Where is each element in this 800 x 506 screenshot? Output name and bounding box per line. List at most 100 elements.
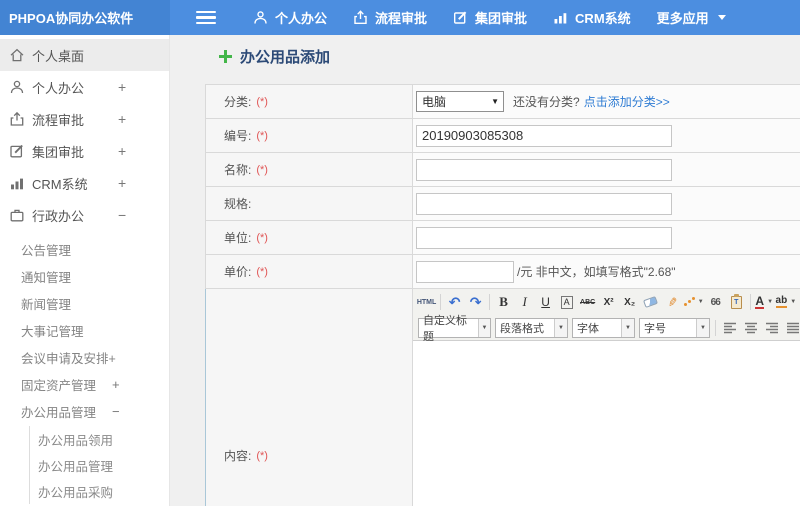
sidebar-item-admin-office[interactable]: 行政办公 − — [0, 199, 169, 231]
sidebar-item-news-mgmt[interactable]: 新闻管理 — [0, 290, 169, 317]
sidebar-item-supplies-management[interactable]: 办公用品管理 — [30, 452, 169, 478]
font-family-dropdown[interactable]: 字体 ▼ — [572, 317, 635, 338]
caret-down-icon: ▼ — [621, 318, 634, 337]
content-field: HTML ↶ ↷ B I U A ABC X² X₂ ✎ ▼ 66 T A ▼ … — [413, 289, 800, 506]
page-title: 办公用品添加 — [219, 46, 330, 67]
format-brush-button[interactable]: ✎ — [662, 293, 681, 312]
label-text: 编号: — [224, 129, 252, 143]
content-label: 内容: (*) — [206, 289, 413, 506]
code-label: 编号: (*) — [206, 119, 413, 152]
toolbar-separator — [489, 294, 491, 310]
italic-button[interactable]: I — [515, 293, 534, 312]
hamburger-menu-icon[interactable] — [196, 10, 216, 25]
expand-plus-icon[interactable]: + — [112, 371, 120, 398]
nav-crm-system[interactable]: CRM系统 — [553, 8, 631, 27]
sidebar-item-announcement-mgmt[interactable]: 公告管理 — [0, 236, 169, 263]
sidebar-item-label: 个人桌面 — [32, 48, 85, 64]
unit-input[interactable] — [416, 226, 672, 249]
eraser-button[interactable] — [641, 293, 660, 312]
font-size-dropdown[interactable]: 字号 ▼ — [639, 317, 710, 338]
expand-plus-icon[interactable]: + — [118, 71, 126, 103]
undo-button[interactable]: ↶ — [445, 293, 464, 312]
category-select[interactable]: 电脑 ▼ — [416, 91, 504, 112]
sidebar-leaf-label: 办公用品管理 — [38, 459, 114, 474]
html-source-button[interactable]: HTML — [417, 293, 436, 312]
sidebar-item-process-approval[interactable]: 流程审批 + — [0, 103, 169, 135]
sidebar-item-crm-system[interactable]: CRM系统 + — [0, 167, 169, 199]
sidebar-item-label: 流程审批 — [32, 112, 85, 128]
sidebar-item-events-mgmt[interactable]: 大事记管理 — [0, 317, 169, 344]
form-row-spec: 规格: — [205, 187, 800, 221]
sidebar-subitem-label: 固定资产管理 — [21, 379, 97, 393]
caret-down-icon: ▼ — [790, 299, 797, 305]
form-row-category: 分类: (*) 电脑 ▼ 还没有分类? 点击添加分类>> — [205, 85, 800, 119]
sidebar-item-personal-office[interactable]: 个人办公 + — [0, 71, 169, 103]
caret-down-icon: ▼ — [696, 318, 709, 337]
sidebar-item-group-approval[interactable]: 集团审批 + — [0, 135, 169, 167]
sidebar-leaf-label: 办公用品领用 — [38, 433, 114, 448]
collapse-minus-icon[interactable]: − — [112, 398, 120, 425]
briefcase-icon — [9, 207, 25, 223]
align-left-button[interactable] — [720, 318, 739, 337]
align-right-button[interactable] — [762, 318, 781, 337]
editor-content-area[interactable] — [413, 341, 800, 506]
label-text: 规格: — [224, 197, 252, 211]
align-center-icon — [744, 322, 757, 333]
sidebar-item-label: 行政办公 — [32, 208, 85, 224]
expand-plus-icon[interactable]: + — [118, 167, 126, 199]
custom-heading-dropdown[interactable]: 自定义标题 ▼ — [418, 315, 491, 343]
expand-plus-icon[interactable]: + — [118, 103, 126, 135]
required-mark: (*) — [256, 95, 268, 108]
code-input[interactable] — [416, 124, 672, 147]
spec-input[interactable] — [416, 192, 672, 215]
caret-down-icon: ▼ — [477, 318, 490, 337]
bold-button[interactable]: B — [494, 293, 513, 312]
add-category-link[interactable]: 点击添加分类>> — [584, 93, 670, 110]
underline-button[interactable]: U — [536, 293, 555, 312]
paragraph-format-dropdown[interactable]: 段落格式 ▼ — [495, 317, 568, 338]
spec-field — [413, 187, 800, 220]
align-justify-button[interactable] — [783, 318, 800, 337]
nav-group-approval[interactable]: 集团审批 — [453, 8, 527, 27]
superscript-button[interactable]: X² — [599, 293, 618, 312]
sidebar-item-office-supplies-mgmt[interactable]: 办公用品管理 − — [0, 398, 169, 425]
nav-label: 更多应用 — [656, 11, 709, 26]
sidebar-item-meeting-mgmt[interactable]: 会议申请及安排+ — [0, 344, 169, 371]
nav-process-approval[interactable]: 流程审批 — [353, 8, 427, 27]
price-field: /元 非中文，如填写格式"2.68" — [413, 255, 800, 288]
collapse-minus-icon[interactable]: − — [118, 199, 126, 231]
sidebar-item-supplies-purchase[interactable]: 办公用品采购 — [30, 478, 169, 504]
nav-personal-office[interactable]: 个人办公 — [253, 8, 327, 27]
editor-toolbar-row2: 自定义标题 ▼ 段落格式 ▼ 字体 ▼ 字号 ▼ — [413, 315, 800, 343]
sidebar-item-notice-mgmt[interactable]: 通知管理 — [0, 263, 169, 290]
sidebar-item-personal-desktop[interactable]: 个人桌面 — [0, 39, 169, 71]
brush-icon: ✎ — [663, 295, 680, 309]
redo-button[interactable]: ↷ — [466, 293, 485, 312]
highlight-color-button[interactable]: ab ▼ — [775, 293, 797, 312]
category-field: 电脑 ▼ 还没有分类? 点击添加分类>> — [413, 85, 800, 118]
app-logo[interactable]: PHPOA协同办公软件 — [0, 0, 170, 35]
strikethrough-button[interactable]: ABC — [578, 293, 597, 312]
paste-as-text-button[interactable] — [727, 293, 746, 312]
align-center-button[interactable] — [741, 318, 760, 337]
sidebar-leaf-label: 办公用品采购 — [38, 485, 114, 500]
subscript-button[interactable]: X₂ — [620, 293, 639, 312]
expand-plus-icon[interactable]: + — [118, 135, 126, 167]
sidebar-subitem-label: 会议申请及安排+ — [21, 352, 116, 366]
nav-more-apps[interactable]: 更多应用 — [657, 8, 726, 27]
name-field — [413, 153, 800, 186]
quick-format-button[interactable]: ▼ — [683, 293, 704, 312]
blockquote-button[interactable]: 66 — [706, 293, 725, 312]
sidebar-item-supplies-requisition[interactable]: 办公用品领用 — [30, 426, 169, 452]
price-input[interactable] — [416, 260, 514, 283]
name-input[interactable] — [416, 158, 672, 181]
font-color-button[interactable]: A ▼ — [755, 293, 774, 312]
office-supply-form: 分类: (*) 电脑 ▼ 还没有分类? 点击添加分类>> 编号: (*) 名称:… — [205, 84, 800, 506]
label-text: 内容: — [224, 449, 252, 463]
form-row-unit: 单位: (*) — [205, 221, 800, 255]
text-box-button[interactable]: A — [557, 293, 576, 312]
caret-down-icon: ▼ — [697, 299, 704, 305]
sidebar-item-fixed-assets-mgmt[interactable]: 固定资产管理 + — [0, 371, 169, 398]
sidebar-subitem-label: 办公用品管理 — [21, 406, 97, 420]
nav-label: 集团审批 — [475, 11, 528, 26]
